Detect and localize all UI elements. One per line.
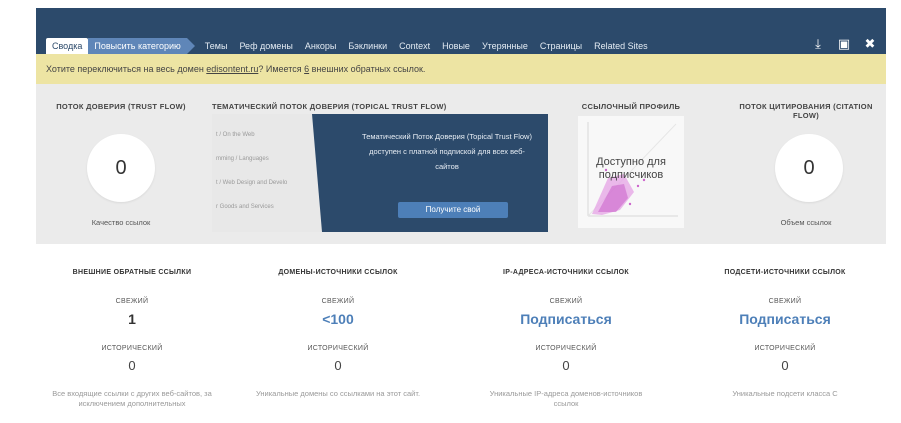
stat-description: Уникальные подсети класса C bbox=[732, 389, 838, 398]
notice-text: Хотите переключиться на весь домен ediso… bbox=[46, 54, 425, 84]
referring-subnets-stat: ПОДСЕТИ-ИСТОЧНИКИ ССЫЛОК СВЕЖИЙ Подписат… bbox=[700, 268, 870, 399]
tab-new[interactable]: Новые bbox=[436, 38, 476, 54]
tab-upgrade-category[interactable]: Повысить категорию bbox=[88, 38, 196, 54]
tools-icon[interactable]: ✖ bbox=[862, 36, 878, 52]
citation-flow-subtitle: Объем ссылок bbox=[780, 218, 832, 227]
tab-summary[interactable]: Сводка bbox=[46, 38, 89, 54]
fresh-label: СВЕЖИЙ bbox=[768, 298, 802, 305]
fresh-value: 1 bbox=[128, 311, 136, 327]
top-navbar: Сводка Повысить категорию Темы Реф домен… bbox=[36, 8, 886, 54]
historic-label: ИСТОРИЧЕСКИЙ bbox=[754, 345, 816, 352]
historic-value: 0 bbox=[334, 358, 342, 373]
notice-suffix: внешних обратных ссылок. bbox=[309, 64, 426, 74]
fresh-value[interactable]: <100 bbox=[253, 311, 423, 328]
fresh-label: СВЕЖИЙ bbox=[115, 298, 149, 305]
tab-ref-domains[interactable]: Реф домены bbox=[233, 38, 298, 54]
citation-flow-value: 0 bbox=[775, 134, 843, 202]
subscribe-link[interactable]: Подписаться bbox=[481, 311, 651, 328]
trust-flow-value: 0 bbox=[87, 134, 155, 202]
trust-flow-title: ПОТОК ДОВЕРИЯ (TRUST FLOW) bbox=[56, 102, 186, 111]
link-profile-title: ССЫЛОЧНЫЙ ПРОФИЛЬ bbox=[581, 102, 681, 111]
topical-row: r Goods and Services bbox=[216, 204, 274, 210]
topical-preview: t / On the Web mming / Languages t / Web… bbox=[212, 114, 322, 232]
tab-bar: Сводка Повысить категорию Темы Реф домен… bbox=[46, 38, 654, 54]
historic-label: ИСТОРИЧЕСКИЙ bbox=[101, 345, 163, 352]
stat-description: Уникальные домены со ссылками на этот са… bbox=[255, 389, 421, 398]
tab-backlinks[interactable]: Бэклинки bbox=[342, 38, 393, 54]
link-profile-preview: Доступно для подписчиков bbox=[578, 116, 684, 228]
subscribe-link[interactable]: Подписаться bbox=[700, 311, 870, 328]
historic-label: ИСТОРИЧЕСКИЙ bbox=[307, 345, 369, 352]
topical-row: t / Web Design and Develo bbox=[216, 180, 288, 186]
tab-pages[interactable]: Страницы bbox=[534, 38, 588, 54]
get-subscription-button[interactable]: Получите свой bbox=[398, 202, 508, 218]
tab-lost[interactable]: Утерянные bbox=[476, 38, 534, 54]
historic-value: 0 bbox=[562, 358, 570, 373]
topical-paywall-message: Тематический Поток Доверия (Topical Trus… bbox=[362, 132, 532, 171]
tab-anchors[interactable]: Анкоры bbox=[299, 38, 343, 54]
tab-topics[interactable]: Темы bbox=[199, 38, 234, 54]
toolbar: ⤓ ▣ ✖ bbox=[810, 36, 878, 52]
referring-domains-stat: ДОМЕНЫ-ИСТОЧНИКИ ССЫЛОК СВЕЖИЙ <100 ИСТО… bbox=[253, 268, 423, 399]
fresh-label: СВЕЖИЙ bbox=[549, 298, 583, 305]
notice-middle: ? Имеется bbox=[258, 64, 305, 74]
tab-context[interactable]: Context bbox=[393, 38, 436, 54]
metrics-panel: ПОТОК ДОВЕРИЯ (TRUST FLOW) 0 Качество сс… bbox=[36, 84, 886, 244]
topical-row: mming / Languages bbox=[216, 156, 269, 162]
historic-label: ИСТОРИЧЕСКИЙ bbox=[535, 345, 597, 352]
tab-related-sites[interactable]: Related Sites bbox=[588, 38, 654, 54]
download-icon[interactable]: ⤓ bbox=[810, 36, 826, 52]
topical-trust-flow-title: ТЕМАТИЧЕСКИЙ ПОТОК ДОВЕРИЯ (TOPICAL TRUS… bbox=[212, 102, 447, 111]
export-icon[interactable]: ▣ bbox=[836, 36, 852, 52]
stat-title: ДОМЕНЫ-ИСТОЧНИКИ ССЫЛОК bbox=[278, 269, 398, 276]
stat-description: Все входящие ссылки с других веб-сайтов,… bbox=[52, 389, 212, 408]
stat-title: IP-АДРЕСА-ИСТОЧНИКИ ССЫЛОК bbox=[503, 269, 629, 276]
topical-row: t / On the Web bbox=[216, 132, 255, 138]
external-backlinks-stat: ВНЕШНИЕ ОБРАТНЫЕ ССЫЛКИ СВЕЖИЙ 1 ИСТОРИЧ… bbox=[47, 268, 217, 409]
historic-value: 0 bbox=[128, 358, 136, 373]
topical-trust-flow-card: t / On the Web mming / Languages t / Web… bbox=[212, 114, 548, 232]
stat-title: ПОДСЕТИ-ИСТОЧНИКИ ССЫЛОК bbox=[724, 269, 846, 276]
stat-description: Уникальные IP-адреса доменов-источников … bbox=[489, 389, 643, 408]
historic-value: 0 bbox=[781, 358, 789, 373]
referring-ips-stat: IP-АДРЕСА-ИСТОЧНИКИ ССЫЛОК СВЕЖИЙ Подпис… bbox=[481, 268, 651, 409]
citation-flow-title: ПОТОК ЦИТИРОВАНИЯ (CITATION FLOW) bbox=[739, 102, 873, 120]
notice-prefix: Хотите переключиться на весь домен bbox=[46, 64, 207, 74]
domain-link[interactable]: edisontent.ru bbox=[206, 64, 258, 74]
subscribers-only-label: Доступно для подписчиков bbox=[596, 156, 666, 181]
trust-flow-subtitle: Качество ссылок bbox=[91, 218, 151, 227]
stat-title: ВНЕШНИЕ ОБРАТНЫЕ ССЫЛКИ bbox=[72, 269, 192, 276]
fresh-label: СВЕЖИЙ bbox=[321, 298, 355, 305]
domain-switch-notice: Хотите переключиться на весь домен ediso… bbox=[36, 54, 886, 84]
